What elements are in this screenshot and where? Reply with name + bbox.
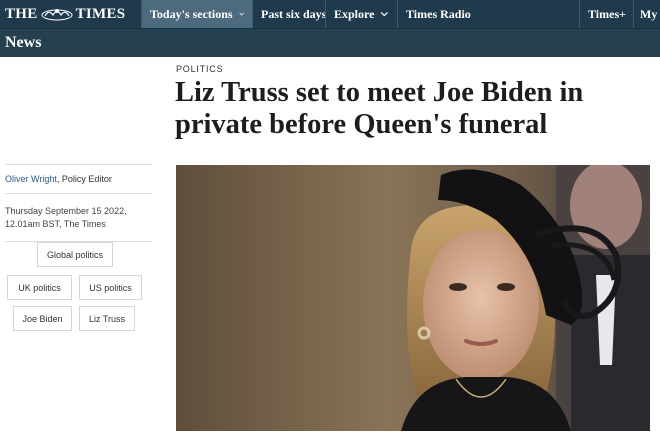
article-kicker[interactable]: POLITICS (176, 64, 223, 74)
article-dateline: Thursday September 15 2022, 12.01am BST,… (5, 194, 152, 241)
nav-todays-sections[interactable]: Today's sections (141, 0, 252, 28)
nav-times-radio-label: Times Radio (406, 6, 471, 21)
nav-explore-label: Explore (334, 6, 375, 21)
section-title[interactable]: News (5, 34, 41, 52)
crest-icon (41, 9, 73, 21)
article-sidebar: Oliver Wright, Policy Editor Thursday Se… (5, 164, 152, 242)
hero-photo (176, 165, 650, 431)
article-headline: Liz Truss set to meet Joe Biden in priva… (175, 77, 584, 140)
nav-my-account-label: My (640, 6, 658, 21)
logo-text-times: TIMES (75, 5, 126, 22)
dateline-date: Thursday September 15 2022, (5, 206, 127, 216)
hero-photo-illustration (176, 165, 650, 431)
nav-times-radio[interactable]: Times Radio (397, 0, 473, 28)
tag-us-politics[interactable]: US politics (79, 275, 142, 300)
author-name-link[interactable]: Oliver Wright (5, 174, 57, 184)
nav-past-six-days[interactable]: Past six days (252, 0, 327, 28)
tag-uk-politics[interactable]: UK politics (7, 275, 72, 300)
section-bar: News (0, 28, 660, 57)
author-role: , Policy Editor (56, 174, 112, 184)
logo-text-the: THE (5, 5, 38, 22)
nav-past-six-days-label: Past six days (261, 6, 327, 21)
nav-my-account[interactable]: My (633, 0, 660, 28)
tag-liz-truss[interactable]: Liz Truss (79, 306, 135, 331)
chevron-down-icon (238, 12, 244, 16)
times-logo[interactable]: THE TIMES (0, 0, 141, 28)
top-nav-bar: THE TIMES Today's sections Past six days… (0, 0, 660, 28)
nav-times-plus-label: Times+ (588, 6, 626, 21)
nav-todays-sections-label: Today's sections (150, 6, 233, 21)
nav-times-plus[interactable]: Times+ (579, 0, 633, 28)
nav-explore[interactable]: Explore (325, 0, 397, 28)
dateline-time: 12.01am BST, The Times (5, 219, 106, 229)
tag-global-politics[interactable]: Global politics (37, 242, 113, 267)
chevron-down-icon (381, 11, 389, 17)
author-byline: Oliver Wright, Policy Editor (5, 165, 152, 193)
tag-joe-biden[interactable]: Joe Biden (13, 306, 72, 331)
